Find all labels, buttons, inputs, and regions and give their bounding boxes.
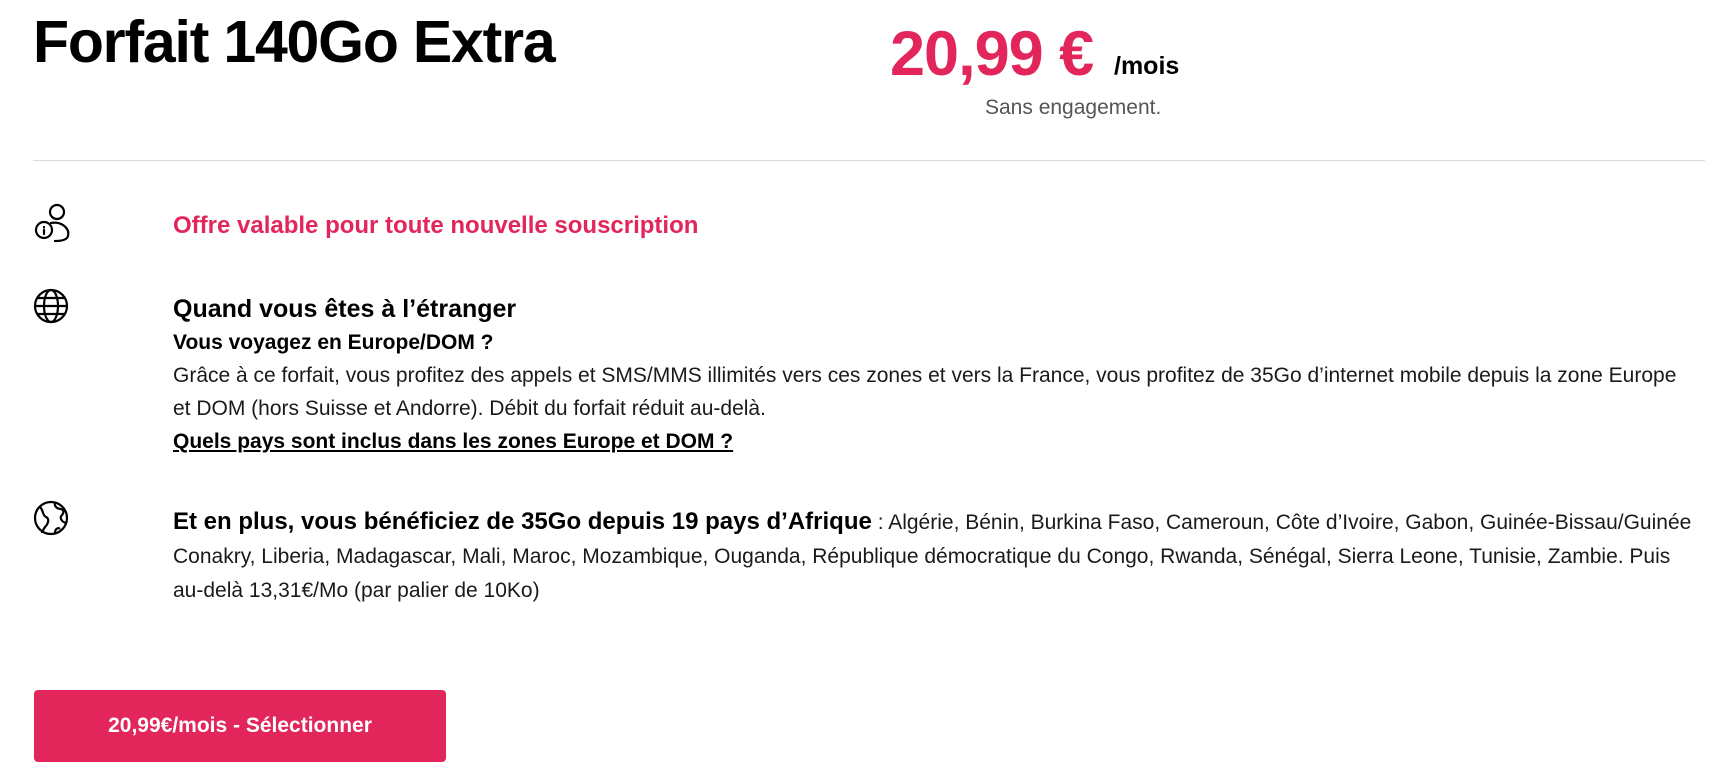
user-info-icon xyxy=(31,201,75,245)
europe-dom-countries-link[interactable]: Quels pays sont inclus dans les zones Eu… xyxy=(173,425,733,458)
divider xyxy=(33,160,1705,161)
abroad-heading: Quand vous êtes à l’étranger xyxy=(173,295,517,323)
globe-icon xyxy=(31,286,75,330)
africa-text: Et en plus, vous bénéficiez de 35Go depu… xyxy=(173,505,1693,608)
abroad-body: Grâce à ce forfait, vous profitez des ap… xyxy=(173,364,1677,420)
abroad-section: Quand vous êtes à l’étranger Vous voyage… xyxy=(173,292,1693,458)
price-unit: /mois xyxy=(1114,52,1180,80)
commitment-text: Sans engagement. xyxy=(985,96,1162,119)
select-plan-button[interactable]: 20,99€/mois - Sélectionner xyxy=(34,690,446,762)
abroad-subheading: Vous voyagez en Europe/DOM ? xyxy=(173,331,494,354)
plan-title: Forfait 140Go Extra xyxy=(33,9,556,75)
earth-icon xyxy=(31,498,75,542)
africa-lead: Et en plus, vous bénéficiez de 35Go depu… xyxy=(173,508,872,535)
offer-text: Offre valable pour toute nouvelle souscr… xyxy=(173,212,699,239)
price-amount: 20,99 € xyxy=(890,19,1094,89)
